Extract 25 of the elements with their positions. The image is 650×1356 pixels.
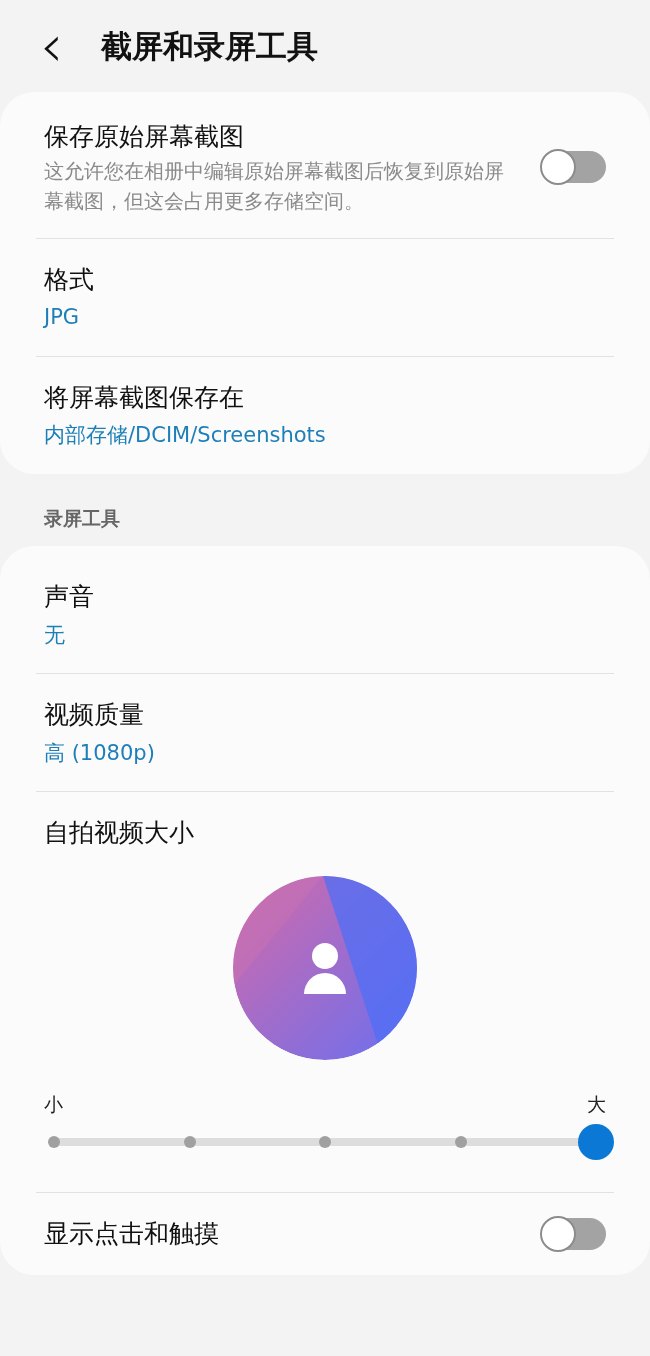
max-label: 大 (587, 1091, 606, 1117)
setting-title[interactable]: 声音 (44, 578, 606, 616)
setting-description: 这允许您在相册中编辑原始屏幕截图后恢复到原始屏幕截图，但这会占用更多存储空间。 (44, 157, 505, 215)
toggle-switch[interactable] (542, 1217, 606, 1250)
min-label: 小 (44, 1091, 63, 1117)
toggle-switch[interactable] (542, 150, 606, 183)
setting-value: 高 (1080p) (44, 739, 156, 767)
setting-title[interactable]: 格式 (44, 260, 606, 298)
slider-stop (48, 1136, 60, 1148)
back-button[interactable]: ‹ (30, 17, 74, 75)
slider-thumb[interactable] (578, 1124, 614, 1160)
setting-title[interactable]: 将屏幕截图保存在 (44, 378, 606, 416)
setting-title[interactable]: 视频质量 (44, 696, 606, 734)
setting-value: 无 (44, 621, 66, 649)
setting-value: JPG (44, 304, 81, 331)
setting-title: 自拍视频大小 (44, 817, 195, 849)
setting-title: 显示点击和触摸 (44, 1218, 220, 1250)
slider-stop (454, 1136, 467, 1148)
slider-stop (319, 1136, 331, 1148)
setting-value: 内部存储/DCIM/Screenshots (44, 422, 327, 449)
section-heading: 录屏工具 (43, 505, 121, 531)
slider-stop (183, 1136, 196, 1148)
setting-title: 保存原始屏幕截图 (44, 121, 245, 153)
avatar-icon (233, 875, 417, 1060)
page-title: 截屏和录屏工具 (101, 26, 319, 66)
